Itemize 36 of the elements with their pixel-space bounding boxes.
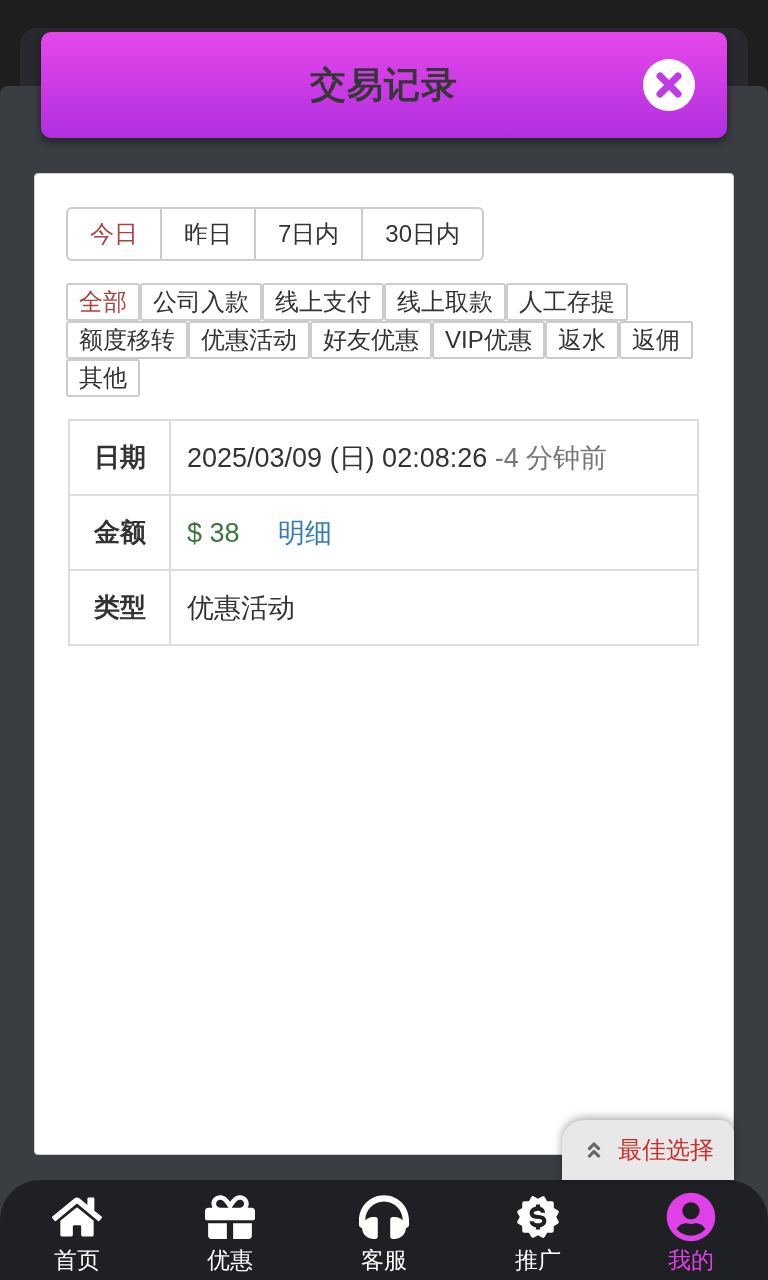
category-button[interactable]: 优惠活动	[188, 321, 310, 359]
category-button[interactable]: 线上支付	[262, 283, 384, 321]
category-button[interactable]: 返水	[544, 321, 619, 359]
nav-item[interactable]: 首页	[0, 1192, 154, 1276]
date-text: 2025/03/09 (日) 02:08:26	[187, 442, 488, 473]
date-tab[interactable]: 7日内	[254, 207, 364, 261]
category-button[interactable]: 额度移转	[66, 321, 188, 359]
close-icon	[643, 59, 695, 111]
date-tab[interactable]: 昨日	[160, 207, 256, 261]
close-button[interactable]	[643, 59, 695, 111]
category-button[interactable]: 公司入款	[140, 283, 262, 321]
nav-item[interactable]: 优惠	[153, 1192, 308, 1276]
nav-item[interactable]: 客服	[307, 1192, 461, 1276]
category-button[interactable]: 全部	[66, 283, 140, 321]
category-button[interactable]: 线上取款	[384, 283, 506, 321]
headphones-icon	[359, 1192, 409, 1242]
category-button[interactable]: 好友优惠	[310, 321, 432, 359]
label-cell: 日期	[69, 420, 170, 495]
label-cell: 金额	[69, 495, 170, 570]
date-tab[interactable]: 30日内	[361, 207, 485, 261]
page-title: 交易记录	[310, 62, 458, 107]
category-button[interactable]: 其他	[66, 359, 140, 397]
category-button[interactable]: VIP优惠	[432, 321, 545, 359]
nav-item[interactable]: 推广	[460, 1192, 615, 1276]
label-cell: 类型	[69, 570, 170, 645]
relative-time: -4 分钟前	[494, 442, 608, 473]
best-choice-button[interactable]: 最佳选择	[562, 1120, 734, 1180]
category-button[interactable]: 返佣	[618, 321, 693, 359]
user-icon	[666, 1192, 717, 1242]
details-link[interactable]: 明细	[277, 517, 332, 548]
date-tab[interactable]: 今日	[66, 207, 162, 261]
category-button[interactable]: 人工存提	[506, 283, 628, 321]
value-cell: 优惠活动	[170, 570, 698, 645]
nav-item[interactable]: 我的	[614, 1192, 768, 1276]
amount-text: $ 38	[187, 517, 240, 548]
gift-icon	[205, 1192, 256, 1242]
